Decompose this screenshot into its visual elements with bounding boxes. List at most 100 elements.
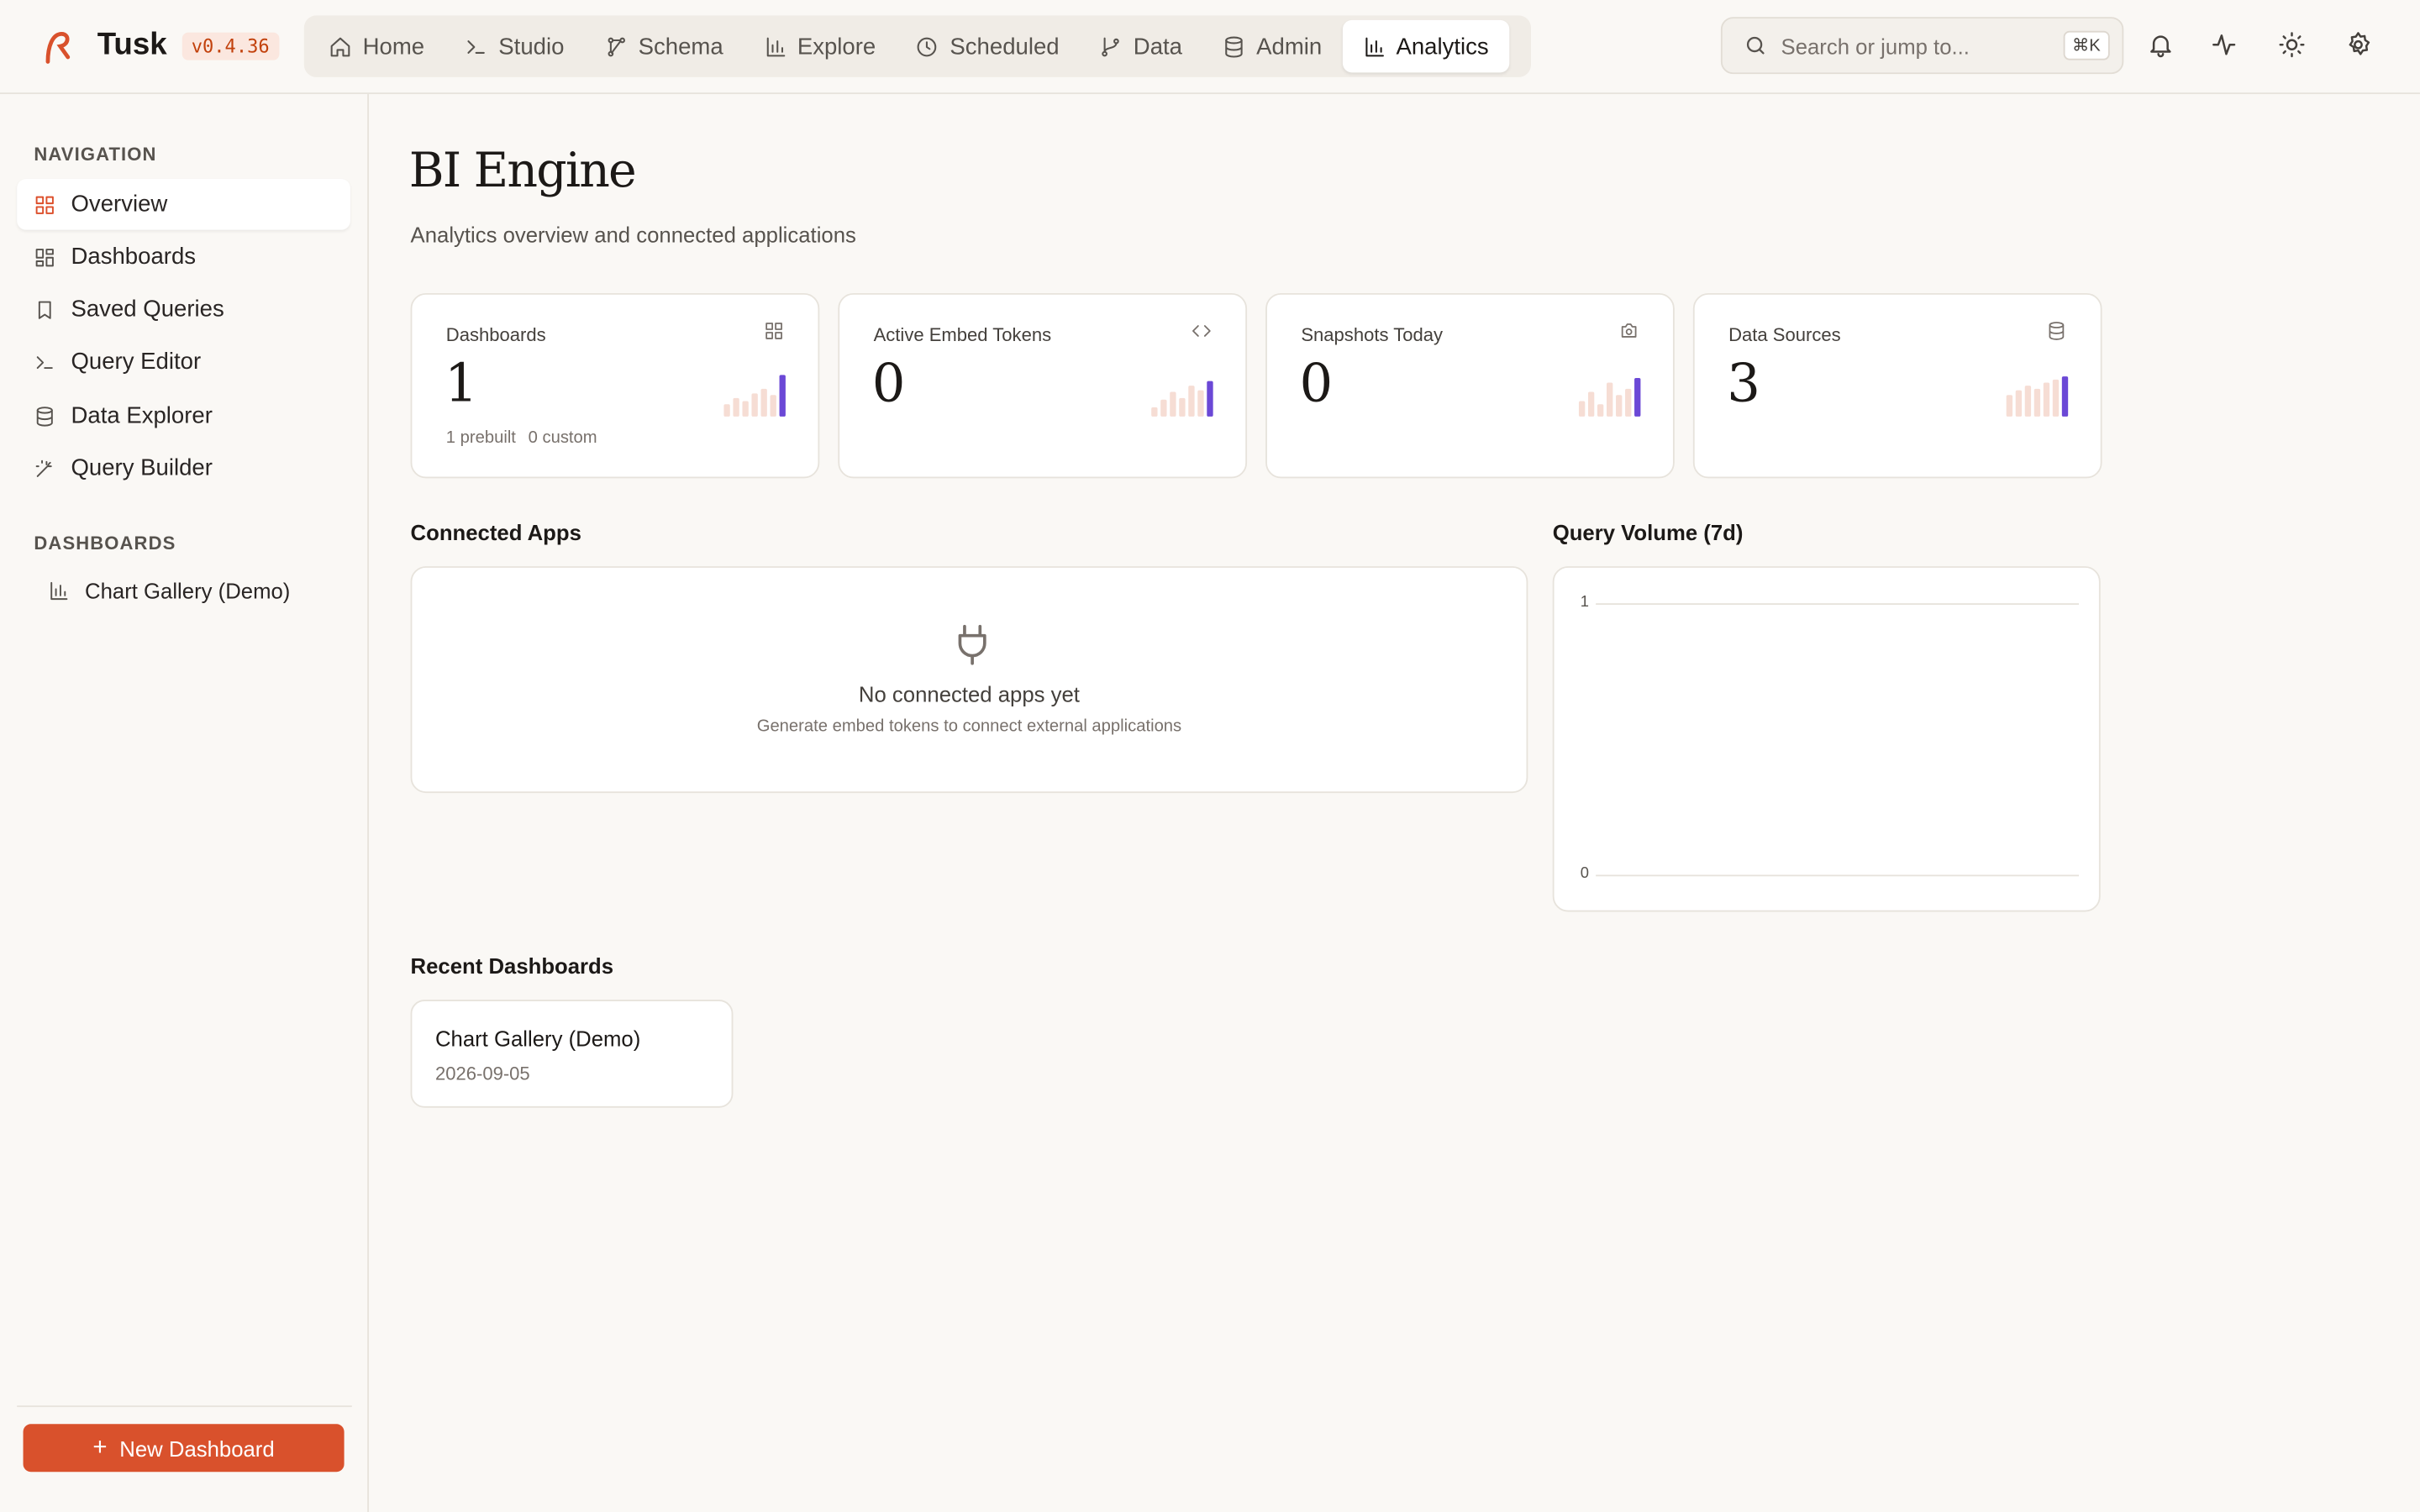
gridline [1596,603,2080,605]
page-title: BI Engine [408,143,637,199]
bar-chart-icon [50,580,68,600]
recent-dashboards-title: Recent Dashboards [410,953,614,979]
empty-state-title: No connected apps yet [858,681,1080,707]
sidebar-item-label: Data Explorer [71,402,213,429]
new-dashboard-button[interactable]: + New Dashboard [23,1424,345,1473]
sidebar-item-label: Query Editor [71,349,202,375]
stat-sparkline [723,375,786,417]
stat-value: 0 [1299,353,1334,416]
database-icon [1225,35,1243,57]
app-name[interactable]: Tusk [97,28,167,63]
new-dashboard-label: New Dashboard [119,1436,275,1461]
tab-analytics[interactable]: Analytics [1342,19,1509,73]
sidebar-item-label: Dashboards [71,244,197,270]
schema-icon [607,36,625,56]
main-nav-tabs: Home Studio Schema Explore Scheduled Dat… [303,15,1532,77]
y-tick-label: 0 [1580,865,1589,883]
bar-chart-icon [1365,36,1384,56]
tab-label: Analytics [1396,33,1489,60]
terminal-icon [467,39,485,54]
stat-value: 3 [1727,353,1761,416]
tusk-logo-icon[interactable] [40,28,74,65]
tab-label: Home [362,33,425,60]
version-badge: v0.4.36 [182,32,279,60]
recent-dashboard-title: Chart Gallery (Demo) [434,1026,641,1051]
query-volume-title: Query Volume (7d) [1552,519,1744,545]
recent-dashboard-date: 2026-09-05 [434,1063,530,1085]
stat-foot-custom: 0 custom [528,428,597,448]
sidebar-item-query-editor[interactable]: Query Editor [17,336,350,387]
stat-footnote: 1 prebuilt 0 custom [446,429,597,448]
stat-value: 1 [444,353,478,416]
sun-icon [2279,32,2305,58]
plus-icon: + [92,1434,108,1461]
sidebar-dashboard-label: Chart Gallery (Demo) [85,577,291,603]
terminal-icon [36,355,53,369]
search-placeholder[interactable]: Search or jump to... [1781,33,2049,57]
gear-icon [2349,32,2370,55]
stat-label: Snapshots Today [1301,323,1444,346]
tab-label: Data [1133,33,1182,60]
database-icon [2046,321,2068,343]
sidebar-item-data-explorer[interactable]: Data Explorer [17,391,350,442]
sidebar-item-query-builder[interactable]: Query Builder [17,443,350,494]
dashboard-icon [764,321,786,343]
bar-chart-icon [765,36,785,56]
sidebar-item-overview[interactable]: Overview [17,179,350,230]
code-icon [1192,321,1213,343]
gridline [1596,874,2080,877]
sidebar-item-saved-queries[interactable]: Saved Queries [17,284,350,335]
bell-icon [2150,35,2171,58]
query-volume-chart: 1 0 [1552,566,2101,912]
sidebar-item-label: Query Builder [71,454,213,482]
tab-scheduled[interactable]: Scheduled [896,20,1079,72]
tab-data[interactable]: Data [1080,20,1202,72]
database-icon [36,406,53,426]
connected-apps-panel: No connected apps yet Generate embed tok… [410,566,1528,794]
stat-foot-prebuilt: 1 prebuilt [445,428,516,448]
bookmark-icon [38,300,51,318]
git-branch-icon [1102,36,1120,56]
grid-icon [35,195,54,213]
search-icon [1746,36,1765,55]
stat-card-data-sources[interactable]: Data Sources 3 [1692,292,2102,479]
theme-toggle-button[interactable] [2278,31,2309,62]
stat-label: Data Sources [1728,323,1841,346]
stat-card-dashboards[interactable]: Dashboards 1 1 prebuilt 0 custom [410,292,820,479]
tab-home[interactable]: Home [308,20,445,72]
stat-label: Active Embed Tokens [873,323,1052,346]
tab-studio[interactable]: Studio [445,20,584,72]
sidebar-heading-dashboards: DASHBOARDS [34,532,176,554]
tab-label: Admin [1256,33,1323,60]
tab-admin[interactable]: Admin [1202,20,1342,72]
sidebar: NAVIGATION Overview Dashboards Saved Que… [0,94,369,1512]
sidebar-item-dashboards[interactable]: Dashboards [17,232,350,283]
plug-icon [955,623,992,666]
sidebar-heading-navigation: NAVIGATION [34,143,157,165]
tab-label: Studio [498,33,565,60]
connected-apps-title: Connected Apps [410,519,581,545]
page-subtitle: Analytics overview and connected applica… [410,222,856,247]
sidebar-item-label: Overview [71,191,168,218]
sidebar-item-label: Saved Queries [71,296,224,323]
stat-card-embed-tokens[interactable]: Active Embed Tokens 0 [838,292,1248,479]
tab-explore[interactable]: Explore [744,20,897,72]
dashboard-icon [35,248,54,266]
search-box[interactable]: Search or jump to... ⌘K [1720,17,2124,75]
search-shortcut: ⌘K [2063,30,2110,60]
recent-dashboard-card[interactable]: Chart Gallery (Demo) 2026-09-05 [410,1000,734,1108]
tab-label: Explore [797,33,876,60]
sidebar-divider [17,1405,352,1408]
sidebar-dashboard-chart-gallery[interactable]: Chart Gallery (Demo) [31,564,365,616]
tab-schema[interactable]: Schema [584,20,743,72]
empty-state-subtitle: Generate embed tokens to connect externa… [756,717,1182,737]
y-tick-label: 1 [1580,594,1589,612]
activity-button[interactable] [2210,31,2241,62]
tab-label: Schema [638,33,723,60]
stat-card-snapshots[interactable]: Snapshots Today 0 [1265,292,1675,479]
settings-button[interactable] [2344,31,2375,62]
stat-sparkline [2006,375,2069,417]
notifications-button[interactable] [2147,31,2178,62]
activity-icon [2212,34,2236,55]
stat-sparkline [1151,375,1213,417]
